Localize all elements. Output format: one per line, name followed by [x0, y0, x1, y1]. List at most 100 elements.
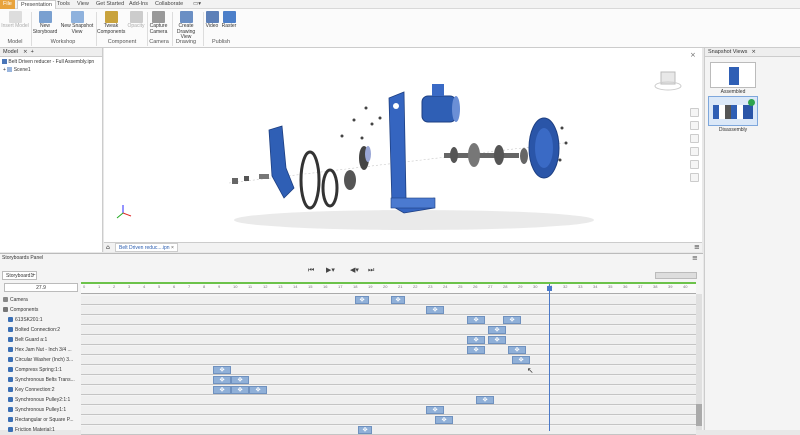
menu-add-ins[interactable]: Add-Ins	[126, 0, 151, 9]
close-icon[interactable]: ×	[23, 49, 28, 55]
menu-collaborate[interactable]: Collaborate	[152, 0, 186, 9]
extra-menu-icon[interactable]: ▭▾	[190, 0, 204, 9]
menu-icon[interactable]: ≡	[692, 254, 698, 262]
action-block[interactable]	[231, 376, 249, 384]
track-label[interactable]: Synchronous Pulley1:1	[0, 406, 80, 415]
action-block[interactable]	[503, 316, 521, 324]
action-block[interactable]	[467, 346, 485, 354]
track-label[interactable]: Circular Washer (Inch) 3...	[0, 356, 80, 365]
document-tab[interactable]: Belt Driven reduc....ipn ×	[115, 243, 178, 252]
video-button[interactable]: Video	[203, 11, 221, 30]
action-block[interactable]	[476, 396, 494, 404]
close-icon[interactable]: ×	[751, 49, 756, 55]
track-lane[interactable]	[81, 316, 696, 325]
insert-model-button[interactable]: Insert Model	[0, 11, 30, 30]
track-lane[interactable]	[81, 296, 696, 305]
model-tab[interactable]: Model × +	[0, 48, 102, 57]
action-block[interactable]	[213, 376, 231, 384]
track-label[interactable]: Synchronous Belts Trans...	[0, 376, 80, 385]
look-at-icon[interactable]	[690, 160, 699, 169]
orbit-icon[interactable]	[690, 147, 699, 156]
view-face-icon[interactable]	[690, 173, 699, 182]
snapshot-thumbnail-disassembly[interactable]	[708, 96, 758, 126]
tweak-components-button[interactable]: Tweak Components	[97, 11, 125, 35]
tree-root[interactable]: Belt Driven reducer - Full Assembly.ipn	[2, 59, 94, 65]
play-icon[interactable]: ▶▾	[326, 266, 335, 274]
playhead-handle[interactable]	[547, 286, 552, 291]
track-label[interactable]: Key Connection:2	[0, 386, 80, 395]
graphics-viewport[interactable]: × ⌂ Belt Driven reduc....ipn × ≡	[104, 48, 702, 252]
go-to-start-icon[interactable]: ⏮	[308, 266, 314, 275]
action-block[interactable]	[355, 296, 369, 304]
track-lane[interactable]	[81, 396, 696, 405]
action-block[interactable]	[249, 386, 267, 394]
action-block[interactable]	[512, 356, 530, 364]
track-lane[interactable]	[81, 306, 696, 315]
track-lane[interactable]	[81, 386, 696, 395]
expand-icon[interactable]: +	[3, 67, 6, 73]
vertical-scrollbar[interactable]	[696, 294, 702, 430]
track-lane[interactable]	[81, 406, 696, 415]
track-label[interactable]: Components	[0, 306, 80, 315]
add-storyboard-icon[interactable]: +	[32, 273, 36, 279]
go-to-end-icon[interactable]: ⏭	[368, 266, 374, 275]
capture-camera-button[interactable]: Capture Camera	[146, 11, 171, 35]
scrollbar-thumb[interactable]	[696, 404, 702, 426]
opacity-button[interactable]: Opacity	[124, 11, 148, 30]
action-block[interactable]	[488, 336, 506, 344]
playhead[interactable]	[549, 284, 550, 431]
track-label[interactable]: Synchronous Pulley2:1:1	[0, 396, 80, 405]
snapshot-tab[interactable]: Snapshot Views ×	[705, 48, 800, 57]
menu-get-started[interactable]: Get Started	[93, 0, 127, 9]
time-field[interactable]: 27.9	[4, 283, 78, 292]
track-lane[interactable]	[81, 426, 696, 435]
action-block[interactable]	[467, 316, 485, 324]
add-tab-icon[interactable]: +	[31, 49, 34, 55]
menu-view[interactable]: View	[74, 0, 92, 9]
fullnav-wheel-icon[interactable]	[690, 108, 699, 117]
menu-presentation[interactable]: Presentation	[17, 0, 56, 9]
track-label[interactable]: Compress Spring:1:1	[0, 366, 80, 375]
reverse-play-icon[interactable]: ◀▾	[350, 266, 359, 274]
track-lane[interactable]	[81, 356, 696, 365]
action-block[interactable]	[358, 426, 372, 434]
menu-icon[interactable]: ≡	[694, 243, 700, 251]
action-block[interactable]	[391, 296, 405, 304]
action-block[interactable]	[508, 346, 526, 354]
track-lane[interactable]	[81, 326, 696, 335]
new-storyboard-button[interactable]: New Storyboard	[30, 11, 60, 35]
close-icon[interactable]: ×	[690, 51, 696, 59]
action-block[interactable]	[231, 386, 249, 394]
tree-scene[interactable]: + Scene1	[3, 67, 31, 73]
track-label[interactable]: 613SK201:1	[0, 316, 80, 325]
zoom-slider[interactable]	[655, 272, 697, 279]
track-label[interactable]: Bolted Connection:2	[0, 326, 80, 335]
track-lane[interactable]	[81, 416, 696, 425]
menu-tools[interactable]: Tools	[54, 0, 73, 9]
track-lane[interactable]	[81, 366, 696, 375]
close-icon[interactable]: ×	[171, 245, 174, 251]
pan-icon[interactable]	[690, 121, 699, 130]
menu-file[interactable]: File	[0, 0, 15, 9]
snapshot-thumbnail-assembled[interactable]	[710, 62, 756, 88]
zoom-icon[interactable]	[690, 134, 699, 143]
action-block[interactable]	[426, 306, 444, 314]
action-block[interactable]	[213, 366, 231, 374]
track-label[interactable]: Belt Guard a:1	[0, 336, 80, 345]
action-block[interactable]	[426, 406, 444, 414]
track-label[interactable]: Hex Jam Nut - Inch 3/4 ...	[0, 346, 80, 355]
timeline-ruler[interactable]: 0 1 2 3 4 5 6 7 8 9 10 11 12 13 14 15 16 17 18 19 20 21 22 23 24…	[81, 282, 696, 294]
track-lane[interactable]	[81, 346, 696, 355]
track-label[interactable]: Friction Material:1	[0, 426, 80, 435]
raster-button[interactable]: Raster	[220, 11, 238, 30]
new-snapshot-view-button[interactable]: New Snapshot View	[60, 11, 94, 35]
track-lane[interactable]	[81, 376, 696, 385]
action-block[interactable]	[488, 326, 506, 334]
action-block[interactable]	[213, 386, 231, 394]
create-drawing-view-button[interactable]: Create Drawing View	[171, 11, 201, 41]
action-block[interactable]	[435, 416, 453, 424]
home-icon[interactable]: ⌂	[106, 244, 110, 251]
track-label[interactable]: Rectangular or Square P...	[0, 416, 80, 425]
track-label[interactable]: Camera	[0, 296, 80, 305]
track-lane[interactable]	[81, 336, 696, 345]
